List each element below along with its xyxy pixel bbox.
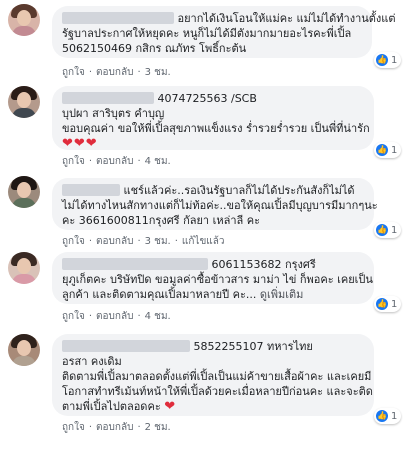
like-icon: 👍 bbox=[376, 144, 388, 156]
like-icon: 👍 bbox=[376, 298, 388, 310]
avatar-body bbox=[12, 108, 36, 118]
reply-link[interactable]: ตอบกลับ bbox=[96, 422, 133, 433]
comment-line-3: ติดตามพี่เปิ้ลมาตลอดตั้งแต่พี่เปิ้ลเป็นแ… bbox=[62, 370, 372, 383]
reaction-count[interactable]: 👍 1 bbox=[374, 296, 402, 312]
comment-line-1: 4074725563 /SCB bbox=[62, 91, 364, 106]
avatar[interactable] bbox=[8, 334, 40, 366]
like-link[interactable]: ถูกใจ bbox=[62, 311, 85, 322]
comment-line-5: ตามพี่เปิ้ลไปตลอดคะ ❤ bbox=[62, 399, 177, 414]
reply-link[interactable]: ตอบกลับ bbox=[96, 156, 133, 167]
comment-line-3: 5062150469 กสิกร ณภัทร โพธิ์กะต้น bbox=[62, 42, 247, 55]
avatar[interactable] bbox=[8, 4, 40, 36]
comment-line-2: อรสา คงเดิม bbox=[62, 355, 122, 368]
reply-link[interactable]: ตอบกลับ bbox=[96, 236, 133, 247]
comment-bubble: 4074725563 /SCB บุปผา สาริบุตร คำบุญ ขอบ… bbox=[52, 86, 374, 151]
comment-actions: ถูกใจ · ตอบกลับ · 4 ชม. bbox=[62, 311, 171, 322]
reaction-count[interactable]: 👍 1 bbox=[374, 408, 402, 424]
timestamp[interactable]: 3 ชม. bbox=[145, 236, 171, 247]
timestamp[interactable]: 2 ชม. bbox=[145, 422, 171, 433]
comment-line-3: คะ 3661600811กรุงศรี กัลยา เหล่าลี คะ bbox=[62, 214, 261, 227]
avatar-body bbox=[12, 26, 36, 36]
avatar-face bbox=[17, 10, 31, 26]
comment-actions: ถูกใจ · ตอบกลับ · 4 ชม. bbox=[62, 156, 171, 167]
avatar-body bbox=[12, 274, 36, 284]
comment-line-1: 5852255107 ทหารไทย bbox=[62, 339, 364, 354]
comment-line-1: 6061153682 กรุงศรี bbox=[62, 257, 364, 272]
redacted-name bbox=[62, 258, 208, 270]
comment-bubble: แชร์แล้วค่ะ..รอเงินรัฐบาลก็ไม่ได้ประกันส… bbox=[52, 178, 378, 230]
reaction-count[interactable]: 👍 1 bbox=[374, 142, 402, 158]
comment-line-2: รัฐบาลประกาศให้หยุดคะ หนูก็ไม่ได้มีตังมา… bbox=[62, 27, 352, 40]
redacted-name bbox=[62, 184, 120, 196]
like-icon: 👍 bbox=[376, 54, 388, 66]
comment-actions: ถูกใจ · ตอบกลับ · 3 ชม. · แก้ไขแล้ว bbox=[62, 236, 225, 247]
avatar-body bbox=[12, 198, 36, 208]
comment-actions: ถูกใจ · ตอบกลับ · 2 ชม. bbox=[62, 422, 171, 433]
avatar-face bbox=[17, 340, 31, 356]
comment-line-2: ยุภูเก็ตคะ บริษัทปิด ขอมูลค่าซื้อข้าวสาร… bbox=[62, 273, 373, 286]
comment-bubble: 5852255107 ทหารไทย อรสา คงเดิม ติดตามพี่… bbox=[52, 334, 374, 416]
comment-line-4: โอกาสทำทรีเม้นท์หน้าให้พี่เปิ้ลด้วยคะเมื… bbox=[62, 385, 373, 398]
redacted-name bbox=[62, 92, 154, 104]
see-more-link[interactable]: ดูเพิ่มเติม bbox=[260, 288, 304, 301]
heart-emoji: ❤ bbox=[164, 399, 177, 414]
comment-line-2: ไม่ได้ทางไหนสักทางแต่ก็ไม่ท้อค่ะ..ขอให้ค… bbox=[62, 199, 378, 212]
comment-bubble: 6061153682 กรุงศรี ยุภูเก็ตคะ บริษัทปิด … bbox=[52, 252, 374, 304]
reply-link[interactable]: ตอบกลับ bbox=[96, 67, 133, 78]
comment-line-1: อยากได้เงินโอนให้แม่คะ แม่ไม่ได้ทำงานตั้… bbox=[62, 11, 396, 26]
avatar[interactable] bbox=[8, 86, 40, 118]
like-link[interactable]: ถูกใจ bbox=[62, 422, 85, 433]
avatar[interactable] bbox=[8, 252, 40, 284]
heart-emoji: ❤❤❤ bbox=[62, 136, 98, 151]
like-icon: 👍 bbox=[376, 410, 388, 422]
avatar[interactable] bbox=[8, 176, 40, 208]
edited-label[interactable]: แก้ไขแล้ว bbox=[182, 236, 225, 247]
reaction-count[interactable]: 👍 1 bbox=[374, 52, 402, 68]
comment-line-2: บุปผา สาริบุตร คำบุญ bbox=[62, 107, 165, 120]
like-link[interactable]: ถูกใจ bbox=[62, 67, 85, 78]
avatar-body bbox=[12, 356, 36, 366]
timestamp[interactable]: 4 ชม. bbox=[145, 156, 171, 167]
comment-line-1: แชร์แล้วค่ะ..รอเงินรัฐบาลก็ไม่ได้ประกันส… bbox=[62, 183, 364, 198]
avatar-face bbox=[17, 258, 31, 274]
comment-line-3: ลูกค้า และติดตามคุณเปิ้ลมาหลายปี คะ... ด… bbox=[62, 288, 304, 301]
comment-bubble: อยากได้เงินโอนให้แม่คะ แม่ไม่ได้ทำงานตั้… bbox=[52, 6, 396, 58]
redacted-name bbox=[62, 340, 190, 352]
reaction-count[interactable]: 👍 1 bbox=[374, 222, 402, 238]
like-link[interactable]: ถูกใจ bbox=[62, 156, 85, 167]
timestamp[interactable]: 3 ชม. bbox=[145, 67, 171, 78]
like-link[interactable]: ถูกใจ bbox=[62, 236, 85, 247]
avatar-face bbox=[17, 182, 31, 198]
reply-link[interactable]: ตอบกลับ bbox=[96, 311, 133, 322]
like-icon: 👍 bbox=[376, 224, 388, 236]
comment-actions: ถูกใจ · ตอบกลับ · 3 ชม. bbox=[62, 67, 171, 78]
comment-line-3: ขอบคุณค่า ขอให้พี่เปิ้ลสุขภาพแข็งแรง ร่ำ… bbox=[62, 122, 370, 135]
redacted-name bbox=[62, 12, 174, 24]
timestamp[interactable]: 4 ชม. bbox=[145, 311, 171, 322]
avatar-face bbox=[17, 92, 31, 108]
